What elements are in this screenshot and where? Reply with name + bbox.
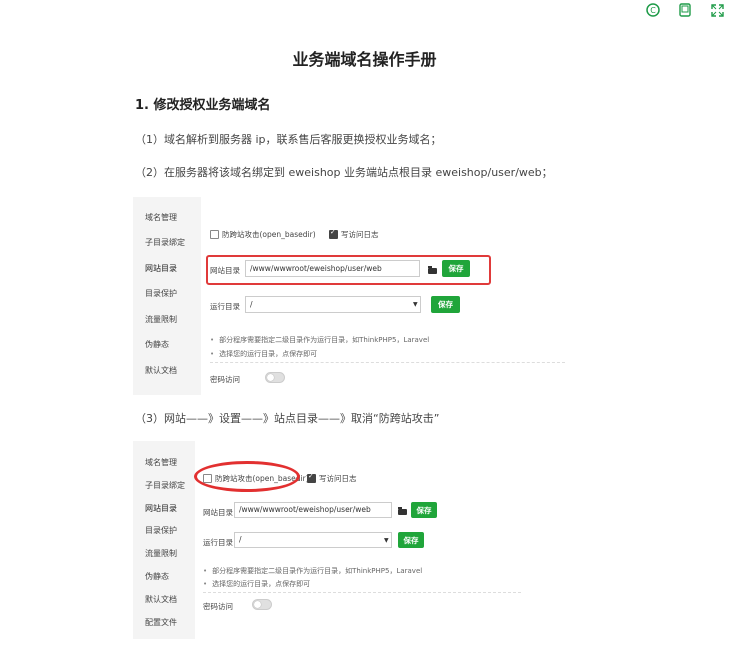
sidebar-item-domain[interactable]: 域名管理 bbox=[145, 457, 177, 468]
top-toolbar: C bbox=[629, 0, 729, 22]
step-2-text: （2）在服务器将该域名绑定到 eweishop 业务端站点根目录 eweisho… bbox=[135, 166, 553, 179]
highlight-box bbox=[206, 255, 491, 285]
run-dir-select[interactable]: / bbox=[245, 296, 421, 313]
anti-xss-label: 防跨站攻击(open_basedir) bbox=[222, 230, 316, 239]
document-title: 业务端域名操作手册 bbox=[292, 50, 437, 69]
site-dir-save-button[interactable]: 保存 bbox=[411, 502, 437, 518]
highlight-ellipse bbox=[194, 461, 300, 492]
sidebar-item-default-doc[interactable]: 默认文档 bbox=[145, 594, 177, 605]
sidebar-item-traffic[interactable]: 流量限制 bbox=[145, 548, 177, 559]
svg-text:C: C bbox=[650, 6, 656, 15]
password-access-label: 密码访问 bbox=[210, 375, 240, 384]
sidebar-item-subdir[interactable]: 子目录绑定 bbox=[145, 480, 185, 491]
access-log-label: 写访问日志 bbox=[341, 230, 379, 239]
chevron-down-icon: ▼ bbox=[384, 537, 389, 544]
divider bbox=[203, 592, 521, 593]
access-log-checkbox[interactable] bbox=[307, 472, 316, 483]
run-dir-label: 运行目录 bbox=[210, 302, 240, 311]
site-dir-label: 网站目录 bbox=[203, 508, 233, 517]
access-log-checkbox[interactable] bbox=[329, 228, 338, 239]
step-1-text: （1）域名解析到服务器 ip，联系售后客服更换授权业务域名； bbox=[135, 133, 442, 146]
screenshot-panel-1: 域名管理 子目录绑定 网站目录 目录保护 流量限制 伪静态 默认文档 防跨站攻击… bbox=[133, 197, 576, 395]
run-dir-select[interactable]: / bbox=[234, 532, 392, 548]
password-access-toggle[interactable] bbox=[265, 372, 285, 383]
password-access-label: 密码访问 bbox=[203, 602, 233, 611]
chevron-down-icon: ▼ bbox=[413, 301, 418, 308]
sidebar-item-dir-protect[interactable]: 目录保护 bbox=[145, 288, 177, 299]
sidebar-item-dir-protect[interactable]: 目录保护 bbox=[145, 525, 177, 536]
anti-xss-checkbox[interactable] bbox=[210, 230, 219, 239]
sidebar-item-domain[interactable]: 域名管理 bbox=[145, 212, 177, 223]
step-3-text: （3）网站——》设置——》站点目录——》取消“防跨站攻击” bbox=[135, 412, 440, 425]
copyright-icon[interactable]: C bbox=[641, 0, 665, 20]
sidebar-item-site-dir[interactable]: 网站目录 bbox=[145, 503, 177, 514]
fullscreen-icon[interactable] bbox=[705, 0, 729, 20]
note-2: 选择您的运行目录，点保存即可 bbox=[210, 349, 317, 359]
sidebar-item-site-dir[interactable]: 网站目录 bbox=[145, 263, 177, 274]
run-dir-save-button[interactable]: 保存 bbox=[431, 296, 460, 313]
panel-sidebar: 域名管理 子目录绑定 网站目录 目录保护 流量限制 伪静态 默认文档 bbox=[133, 197, 201, 395]
sidebar-item-traffic[interactable]: 流量限制 bbox=[145, 314, 177, 325]
note-1: 部分程序需要指定二级目录作为运行目录，如ThinkPHP5，Laravel bbox=[210, 335, 429, 345]
sidebar-item-rewrite[interactable]: 伪静态 bbox=[145, 339, 169, 350]
note-1: 部分程序需要指定二级目录作为运行目录，如ThinkPHP5，Laravel bbox=[203, 566, 422, 576]
run-dir-label: 运行目录 bbox=[203, 538, 233, 547]
screenshot-panel-2: 域名管理 子目录绑定 网站目录 目录保护 流量限制 伪静态 默认文档 配置文件 … bbox=[133, 441, 526, 639]
panel-sidebar-2: 域名管理 子目录绑定 网站目录 目录保护 流量限制 伪静态 默认文档 配置文件 bbox=[133, 441, 195, 639]
sidebar-item-default-doc[interactable]: 默认文档 bbox=[145, 365, 177, 376]
section-heading: 1. 修改授权业务端域名 bbox=[135, 98, 271, 113]
run-dir-save-button[interactable]: 保存 bbox=[398, 532, 424, 548]
password-access-toggle[interactable] bbox=[252, 599, 272, 610]
site-dir-input[interactable]: /www/wwwroot/eweishop/user/web bbox=[234, 502, 392, 518]
tablet-icon[interactable] bbox=[673, 0, 697, 20]
sidebar-item-config[interactable]: 配置文件 bbox=[145, 617, 177, 628]
folder-icon[interactable] bbox=[398, 507, 407, 515]
access-log-label: 写访问日志 bbox=[319, 474, 357, 483]
sidebar-item-rewrite[interactable]: 伪静态 bbox=[145, 571, 169, 582]
divider bbox=[210, 362, 565, 363]
note-2: 选择您的运行目录，点保存即可 bbox=[203, 579, 310, 589]
sidebar-item-subdir[interactable]: 子目录绑定 bbox=[145, 237, 185, 248]
